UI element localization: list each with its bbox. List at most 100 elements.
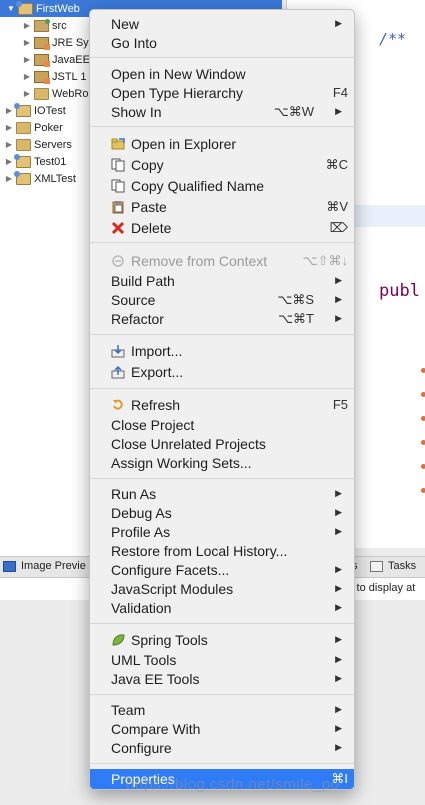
- overview-ruler-markers: [421, 368, 425, 512]
- menu-item-spring-tools[interactable]: Spring Tools ▶: [90, 630, 354, 649]
- warning-marker-icon[interactable]: [421, 440, 425, 445]
- menu-shortcut: ⌘C: [325, 156, 348, 172]
- expand-arrow-icon[interactable]: ▶: [4, 140, 14, 149]
- menu-item-label: Export...: [131, 363, 184, 380]
- expand-arrow-icon[interactable]: ▶: [22, 38, 32, 47]
- menu-item-label: Validation: [111, 599, 172, 616]
- tree-item-jstl[interactable]: ▶ JSTL 1: [22, 68, 86, 85]
- menu-item-refresh[interactable]: Refresh F5: [90, 395, 354, 414]
- expand-arrow-icon[interactable]: ▶: [22, 55, 32, 64]
- menu-item-label: Open Type Hierarchy: [111, 84, 244, 101]
- menu-item-assign-working-sets[interactable]: Assign Working Sets...: [90, 453, 354, 472]
- submenu-arrow-icon: ▶: [335, 313, 342, 323]
- menu-item-open-in-explorer[interactable]: Open in Explorer: [90, 134, 354, 153]
- expand-arrow-icon[interactable]: ▶: [22, 21, 32, 30]
- tree-item-iotest[interactable]: ▶ IOTest: [4, 102, 66, 119]
- menu-item-validation[interactable]: Validation ▶: [90, 598, 354, 617]
- empty-panel-message: s to display at: [348, 582, 416, 594]
- menu-item-javascript-modules[interactable]: JavaScript Modules ▶: [90, 579, 354, 598]
- menu-item-run-as[interactable]: Run As ▶: [90, 484, 354, 503]
- tasks-icon: [370, 560, 383, 572]
- menu-item-new[interactable]: New ▶: [90, 14, 354, 33]
- remove-context-icon: [111, 254, 125, 268]
- menu-separator: [90, 623, 354, 624]
- menu-item-copy[interactable]: Copy ⌘C: [90, 155, 354, 174]
- menu-item-open-new-window[interactable]: Open in New Window: [90, 64, 354, 83]
- menu-item-export[interactable]: Export...: [90, 362, 354, 381]
- tree-item-servers[interactable]: ▶ Servers: [4, 136, 72, 153]
- tree-item-label: src: [52, 19, 67, 32]
- tree-item-test01[interactable]: ▶ Test01: [4, 153, 66, 170]
- expand-arrow-icon[interactable]: ▶: [4, 174, 14, 183]
- menu-item-copy-qualified-name[interactable]: Copy Qualified Name: [90, 176, 354, 195]
- submenu-arrow-icon: ▶: [335, 602, 342, 612]
- menu-item-profile-as[interactable]: Profile As ▶: [90, 522, 354, 541]
- menu-item-label: Remove from Context: [131, 252, 268, 269]
- menu-item-go-into[interactable]: Go Into: [90, 33, 354, 52]
- tab-image-preview[interactable]: Image Previe: [3, 560, 86, 572]
- delete-icon: [111, 221, 125, 235]
- tree-item-javaee[interactable]: ▶ JavaEE: [22, 51, 90, 68]
- project-icon: [16, 121, 31, 134]
- tree-item-label: Test01: [34, 155, 67, 168]
- warning-marker-icon[interactable]: [421, 464, 425, 469]
- menu-item-close-project[interactable]: Close Project: [90, 415, 354, 434]
- menu-item-configure[interactable]: Configure ▶: [90, 738, 354, 757]
- menu-item-team[interactable]: Team ▶: [90, 700, 354, 719]
- menu-separator: [90, 694, 354, 695]
- export-icon: [111, 365, 125, 379]
- menu-item-configure-facets[interactable]: Configure Facets... ▶: [90, 560, 354, 579]
- submenu-arrow-icon: ▶: [335, 704, 342, 714]
- expand-arrow-icon[interactable]: ▶: [22, 72, 32, 81]
- menu-item-label: Copy: [131, 156, 164, 173]
- expand-arrow-icon[interactable]: ▶: [4, 123, 14, 132]
- tree-item-src[interactable]: ▶ src: [22, 17, 67, 34]
- menu-item-debug-as[interactable]: Debug As ▶: [90, 503, 354, 522]
- watermark: https://blog.csdn.net/smile_po: [126, 776, 340, 793]
- image-preview-icon: [3, 560, 16, 572]
- menu-item-restore-local-history[interactable]: Restore from Local History...: [90, 541, 354, 560]
- context-menu: New ▶ Go Into Open in New Window Open Ty…: [89, 9, 355, 790]
- menu-item-delete[interactable]: Delete ⌦: [90, 218, 354, 237]
- tree-item-label: Servers: [34, 138, 72, 151]
- submenu-arrow-icon: ▶: [335, 654, 342, 664]
- menu-shortcut: ⌥⇧⌘↓: [302, 252, 348, 268]
- submenu-arrow-icon: ▶: [335, 634, 342, 644]
- expand-arrow-icon[interactable]: ▶: [4, 106, 14, 115]
- menu-item-remove-from-context[interactable]: Remove from Context ⌥⇧⌘↓: [90, 251, 354, 270]
- menu-item-source[interactable]: Source ⌥⌘S ▶: [90, 290, 354, 309]
- warning-marker-icon[interactable]: [421, 392, 425, 397]
- tree-item-label: IOTest: [34, 104, 66, 117]
- menu-item-label: Source: [111, 291, 156, 308]
- warning-marker-icon[interactable]: [421, 368, 425, 373]
- menu-item-refactor[interactable]: Refactor ⌥⌘T ▶: [90, 309, 354, 328]
- menu-item-label: Close Project: [111, 416, 195, 433]
- menu-item-import[interactable]: Import...: [90, 341, 354, 360]
- expand-arrow-icon[interactable]: ▶: [22, 89, 32, 98]
- menu-item-label: Run As: [111, 485, 157, 502]
- menu-item-compare-with[interactable]: Compare With ▶: [90, 719, 354, 738]
- warning-marker-icon[interactable]: [421, 488, 425, 493]
- tab-label: Tasks: [388, 560, 417, 572]
- menu-item-uml-tools[interactable]: UML Tools ▶: [90, 650, 354, 669]
- warning-marker-icon[interactable]: [421, 416, 425, 421]
- menu-item-close-unrelated-projects[interactable]: Close Unrelated Projects: [90, 434, 354, 453]
- menu-item-label: Assign Working Sets...: [111, 454, 252, 471]
- copy-qualified-icon: [111, 179, 125, 193]
- menu-item-label: Open in Explorer: [131, 135, 237, 152]
- menu-item-label: Delete: [131, 219, 172, 236]
- menu-item-build-path[interactable]: Build Path ▶: [90, 271, 354, 290]
- menu-item-label: Show In: [111, 103, 162, 120]
- tab-tasks[interactable]: Tasks: [370, 560, 416, 572]
- expand-arrow-icon[interactable]: ▶: [4, 157, 14, 166]
- tree-item-webroot[interactable]: ▶ WebRoo: [22, 85, 95, 102]
- tree-item-xmltest[interactable]: ▶ XMLTest: [4, 170, 76, 187]
- menu-item-paste[interactable]: Paste ⌘V: [90, 197, 354, 216]
- menu-item-label: Compare With: [111, 720, 201, 737]
- menu-item-show-in[interactable]: Show In ⌥⌘W ▶: [90, 102, 354, 121]
- menu-item-java-ee-tools[interactable]: Java EE Tools ▶: [90, 669, 354, 688]
- menu-item-open-type-hierarchy[interactable]: Open Type Hierarchy F4: [90, 83, 354, 102]
- tree-item-jre[interactable]: ▶ JRE Sys: [22, 34, 94, 51]
- tree-item-poker[interactable]: ▶ Poker: [4, 119, 63, 136]
- collapse-arrow-icon[interactable]: ▼: [6, 4, 16, 13]
